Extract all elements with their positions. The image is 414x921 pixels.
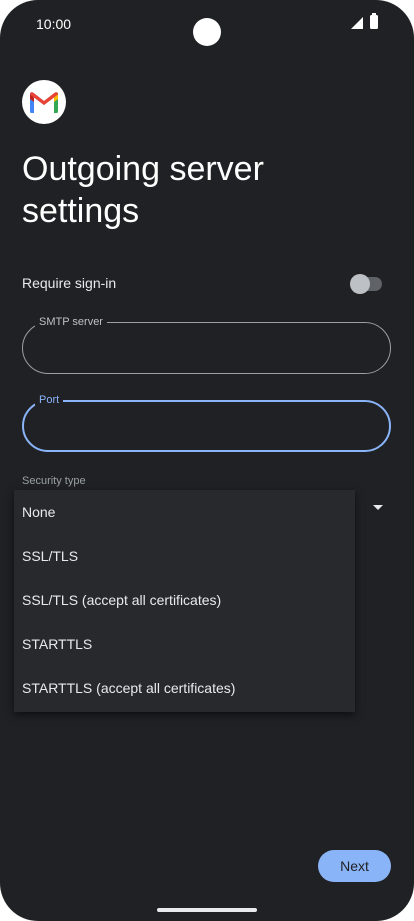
smtp-server-field[interactable]: SMTP server (22, 314, 391, 374)
dropdown-arrow-icon[interactable] (373, 505, 383, 510)
gmail-icon (22, 80, 66, 124)
security-type-label: Security type (22, 475, 86, 487)
home-indicator[interactable] (157, 908, 257, 912)
smtp-server-label: SMTP server (35, 314, 107, 330)
page-title: Outgoing server settings (22, 150, 264, 230)
signal-icon (351, 17, 363, 29)
menu-option-label: None (22, 504, 56, 520)
require-signin-label: Require sign-in (22, 275, 117, 291)
phone-screen: 10:00 Outgoing server settings Require s… (0, 0, 414, 921)
battery-icon (370, 13, 378, 29)
menu-option-starttls[interactable]: STARTTLS (14, 622, 355, 666)
port-field[interactable]: Port (22, 392, 391, 452)
menu-option-none[interactable]: None (14, 490, 355, 534)
menu-option-ssl-tls[interactable]: SSL/TLS (14, 534, 355, 578)
port-input[interactable] (38, 414, 372, 440)
menu-option-label: SSL/TLS (22, 548, 79, 564)
smtp-server-input[interactable] (37, 335, 371, 361)
menu-option-label: SSL/TLS (accept all certificates) (22, 592, 222, 608)
menu-option-ssl-tls-accept-all[interactable]: SSL/TLS (accept all certificates) (14, 578, 355, 622)
menu-option-label: STARTTLS (22, 636, 93, 652)
next-button[interactable]: Next (318, 850, 391, 882)
status-time: 10:00 (36, 16, 72, 32)
require-signin-toggle[interactable] (350, 274, 382, 294)
port-label: Port (35, 392, 64, 408)
menu-option-label: STARTTLS (accept all certificates) (22, 680, 236, 696)
toggle-knob (350, 274, 370, 294)
status-bar: 10:00 (0, 0, 414, 48)
security-type-menu: None SSL/TLS SSL/TLS (accept all certifi… (14, 490, 355, 712)
camera-cutout (193, 18, 221, 46)
menu-option-starttls-accept-all[interactable]: STARTTLS (accept all certificates) (14, 666, 355, 710)
